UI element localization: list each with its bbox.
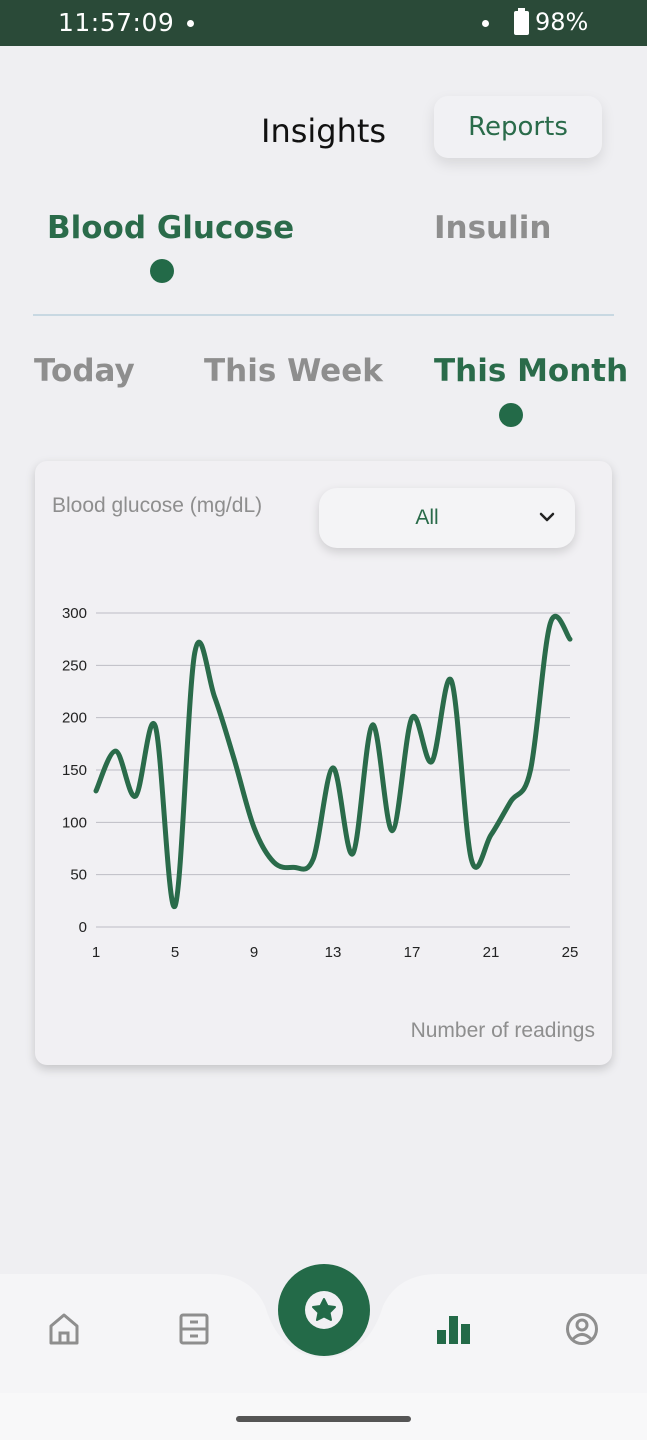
nav-item-home[interactable]	[48, 1312, 80, 1351]
nav-item-profile[interactable]	[565, 1312, 599, 1351]
home-indicator[interactable]	[236, 1416, 411, 1422]
y-tick-label: 250	[62, 657, 87, 674]
home-icon	[49, 1313, 79, 1345]
active-tab-indicator	[150, 259, 174, 283]
active-tab-indicator	[499, 403, 523, 427]
x-tick-label: 5	[171, 944, 179, 961]
x-tick-label: 13	[325, 944, 342, 961]
tab-blood-glucose[interactable]: Blood Glucose	[47, 210, 294, 246]
tab-this-month[interactable]: This Month	[434, 353, 628, 389]
logbook-icon	[179, 1313, 209, 1345]
x-tick-label: 25	[562, 944, 579, 961]
y-tick-label: 50	[70, 867, 87, 884]
tab-this-week[interactable]: This Week	[204, 353, 383, 389]
reports-button[interactable]: Reports	[434, 96, 602, 158]
line-chart: 0 50 100 150 200 250 300 1 5 9 13 17 21 25	[62, 605, 579, 961]
x-tick-label: 9	[250, 944, 258, 961]
x-tick-label: 1	[92, 944, 100, 961]
y-tick-label: 300	[62, 605, 87, 622]
status-time: 11:57:09	[58, 8, 175, 37]
profile-icon	[566, 1313, 598, 1345]
y-tick-label: 100	[62, 814, 87, 831]
y-tick-label: 0	[79, 919, 87, 936]
page-title: Insights	[261, 112, 387, 150]
x-axis-title: Number of readings	[410, 1019, 595, 1042]
nav-item-insights[interactable]	[436, 1312, 472, 1351]
battery-icon	[514, 8, 529, 35]
notification-dot-icon	[482, 20, 489, 27]
notification-dot-icon	[187, 20, 194, 27]
center-action-button[interactable]	[278, 1264, 370, 1356]
tab-today[interactable]: Today	[34, 353, 135, 389]
series-line	[93, 613, 573, 909]
x-tick-label: 21	[483, 944, 500, 961]
nav-item-logbook[interactable]	[178, 1312, 210, 1351]
bar-chart-icon	[437, 1316, 470, 1344]
y-tick-label: 200	[62, 710, 87, 727]
battery-level: 98%	[535, 8, 589, 36]
divider	[33, 314, 614, 316]
flower-icon	[305, 1291, 343, 1329]
status-bar: 11:57:09 98%	[0, 0, 647, 46]
chart-card: Blood glucose (mg/dL) All 0 50 100 150 200 25…	[35, 461, 612, 1065]
y-tick-label: 150	[62, 762, 87, 779]
tab-insulin[interactable]: Insulin	[434, 210, 551, 246]
x-tick-label: 17	[404, 944, 421, 961]
